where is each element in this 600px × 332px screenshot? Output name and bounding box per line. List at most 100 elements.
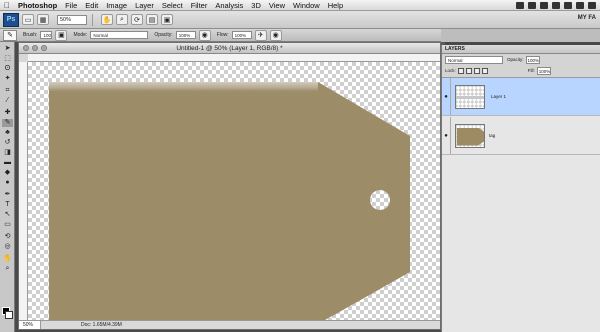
document-title-bar[interactable]: Untitled-1 @ 50% (Layer 1, RGB/8) * [19,43,440,54]
battery-icon[interactable] [576,1,584,9]
clone-stamp-tool-icon[interactable]: ♣ [2,129,13,137]
window-controls [23,45,47,51]
close-window-icon[interactable] [23,45,29,51]
crop-tool-icon[interactable]: ⌗ [2,87,13,95]
shape-tool-icon[interactable]: ▭ [2,221,13,229]
canvas[interactable] [28,62,440,320]
wifi-icon[interactable] [564,1,572,9]
layer-blend-mode-select[interactable]: Normal [445,55,503,64]
mode-label: Mode: [73,32,88,38]
type-tool-icon[interactable]: T [2,201,13,209]
menu-3d[interactable]: 3D [247,1,265,10]
bluetooth-icon[interactable] [528,1,536,9]
gradient-tool-icon[interactable]: ▬ [2,159,13,167]
menu-window[interactable]: Window [289,1,324,10]
dodge-tool-icon[interactable]: ● [2,179,13,187]
zoom-tool-icon[interactable]: ⌕ [2,265,13,273]
brush-panel-icon[interactable]: ▣ [55,29,68,41]
menu-filter[interactable]: Filter [187,1,212,10]
3d-rotate-tool-icon[interactable]: ⟲ [2,233,13,241]
eraser-tool-icon[interactable]: ◨ [2,149,13,157]
visibility-eye-icon[interactable]: ● [442,78,451,115]
spotlight-icon[interactable] [588,1,596,9]
launch-bridge-icon[interactable]: ▭ [22,14,34,25]
tools-panel: ➤ ⬚ ʘ ✦ ⌗ ⁄ ✚ ✎ ♣ ↺ ◨ ▬ ◆ ● ✒ T ↖ ▭ ⟲ ◎ … [0,42,15,332]
history-brush-tool-icon[interactable]: ↺ [2,139,13,147]
lock-image-icon[interactable] [465,67,472,74]
path-selection-tool-icon[interactable]: ↖ [2,211,13,219]
menu-file[interactable]: File [61,1,81,10]
menu-app-name[interactable]: Photoshop [14,1,61,10]
eyedropper-tool-icon[interactable]: ⁄ [2,97,13,105]
layer-row-tag[interactable]: ● tag [442,117,600,155]
marquee-tool-icon[interactable]: ⬚ [2,55,13,63]
layer-opacity-field[interactable]: 100% [525,55,540,64]
background-color-swatch[interactable] [5,311,13,319]
pen-tool-icon[interactable]: ✒ [2,191,13,199]
lasso-tool-icon[interactable]: ʘ [2,65,13,73]
workspace-label[interactable]: MY FA [578,15,596,21]
layer-row-layer-1[interactable]: ● Layer 1 [442,78,600,116]
minimize-window-icon[interactable] [32,45,38,51]
move-tool-icon[interactable]: ➤ [2,45,13,53]
time-machine-icon[interactable] [540,1,548,9]
status-doc-info[interactable]: Doc: 1.65M/4.39M [41,321,122,329]
layer-name: tag [489,133,496,138]
horizontal-ruler[interactable] [28,54,440,62]
screen-mode-icon[interactable]: ▣ [161,14,173,25]
brush-tool-preset-icon[interactable]: ✎ [3,29,17,41]
menu-edit[interactable]: Edit [81,1,102,10]
zoom-tool-icon[interactable]: ⌕ [116,14,128,25]
lock-transparency-icon[interactable] [457,67,464,74]
lock-position-icon[interactable] [473,67,480,74]
brush-tool-icon[interactable]: ✎ [2,119,13,127]
fill-label: Fill: [527,68,535,73]
pressure-opacity-icon[interactable]: ◉ [198,29,211,41]
healing-brush-tool-icon[interactable]: ✚ [2,109,13,117]
hand-tool-icon[interactable]: ✋ [101,14,113,25]
zoom-window-icon[interactable] [41,45,47,51]
menu-layer[interactable]: Layer [131,1,158,10]
opacity-label: Opacity: [154,32,173,38]
document-title: Untitled-1 @ 50% (Layer 1, RGB/8) * [176,45,283,52]
lock-all-icon[interactable] [481,67,488,74]
menu-select[interactable]: Select [158,1,187,10]
lock-label: Lock: [445,68,456,73]
layers-tab[interactable]: LAYERS [442,45,600,54]
vertical-ruler[interactable] [19,62,28,320]
brush-size-field[interactable]: 100 [40,31,53,39]
rotate-view-icon[interactable]: ⟳ [131,14,143,25]
zoom-level-select[interactable]: 50% [57,14,87,25]
application-bar: Ps ▭ ▦ 50% ✋ ⌕ ⟳ ▤ ▣ MY FA [0,11,600,29]
layer-thumbnail [455,123,485,148]
opacity-field[interactable]: 100% [175,31,196,39]
volume-icon[interactable] [552,1,560,9]
separator [92,13,93,26]
menu-view[interactable]: View [265,1,289,10]
tape-strip [49,82,318,94]
airbrush-icon[interactable]: ✈ [254,29,267,41]
3d-orbit-tool-icon[interactable]: ◎ [2,243,13,251]
view-extras-icon[interactable]: ▦ [37,14,49,25]
menu-help[interactable]: Help [324,1,347,10]
menu-bar:  Photoshop File Edit Image Layer Select… [0,0,600,11]
status-icon[interactable] [516,1,524,9]
layer-fill-field[interactable]: 100% [536,66,551,75]
status-bar: 50% Doc: 1.65M/4.39M [19,320,440,329]
mode-select[interactable]: Normal [90,31,149,39]
hand-tool-icon[interactable]: ✋ [2,255,13,263]
photoshop-logo[interactable]: Ps [3,12,19,27]
menu-image[interactable]: Image [102,1,131,10]
menu-analysis[interactable]: Analysis [211,1,247,10]
flow-field[interactable]: 100% [231,31,252,39]
pressure-size-icon[interactable]: ◉ [269,29,282,41]
blur-tool-icon[interactable]: ◆ [2,169,13,177]
tag-shape [49,82,410,320]
quick-select-tool-icon[interactable]: ✦ [2,75,13,83]
layer-name: Layer 1 [491,94,507,99]
brush-label: Brush: [23,32,38,38]
apple-menu-icon[interactable]:  [0,1,14,10]
visibility-eye-icon[interactable]: ● [442,117,451,154]
status-zoom-field[interactable]: 50% [19,321,41,329]
arrange-documents-icon[interactable]: ▤ [146,14,158,25]
